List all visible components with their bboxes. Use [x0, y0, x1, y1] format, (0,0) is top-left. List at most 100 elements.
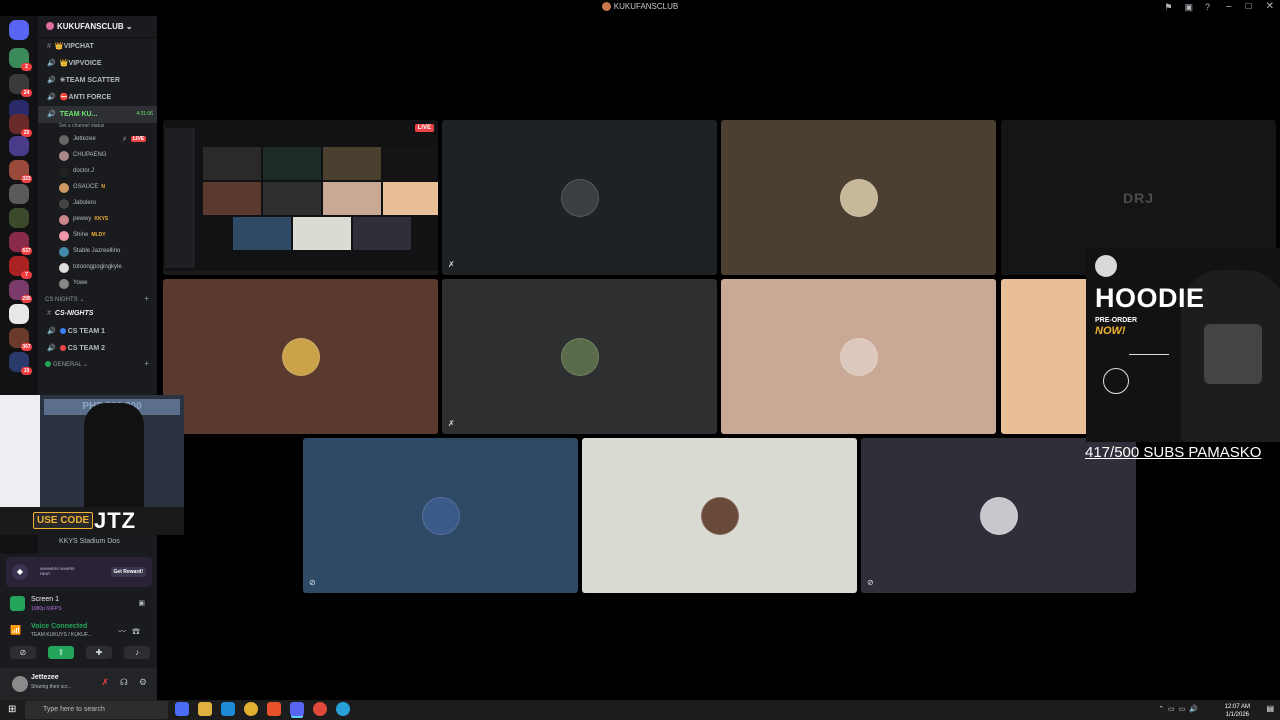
minimize-button[interactable]: – — [1226, 1, 1232, 12]
server-name-header[interactable]: KUKUFANSCLUB ⌄ — [38, 16, 157, 38]
deafened-icon: ⊘ — [309, 578, 316, 587]
active-voice-channel[interactable]: 🔊 TEAM KU... 4:31:06 — [38, 106, 157, 123]
team-dot-icon — [59, 328, 66, 334]
get-reward-button[interactable]: Get Reward! — [110, 567, 146, 577]
server-icon[interactable] — [9, 184, 29, 204]
avatar — [979, 496, 1018, 535]
voice-channel-icon: 🔊 — [47, 60, 56, 67]
server-icon[interactable] — [9, 136, 29, 156]
telegram-icon[interactable] — [336, 702, 350, 716]
voice-member[interactable]: doctor.J — [38, 164, 157, 180]
server-icon[interactable]: 637 — [9, 232, 32, 255]
stop-stream-icon[interactable]: ▣ — [138, 599, 145, 607]
app-icon[interactable] — [175, 702, 189, 716]
voice-member[interactable]: Jabolero — [38, 196, 157, 212]
voice-member[interactable]: pewwy KKYS — [38, 212, 157, 228]
channel-item[interactable]: 🔊 ✳TEAM SCATTER — [38, 72, 157, 89]
headphones-icon[interactable]: ☊ — [120, 677, 128, 688]
server-icon[interactable] — [9, 304, 29, 324]
channel-item[interactable]: # CS-NIGHTS — [38, 306, 157, 323]
server-icon[interactable]: 24 — [9, 74, 32, 97]
add-channel-icon[interactable]: + — [144, 359, 149, 368]
avatar — [59, 199, 69, 209]
status-dot-icon — [45, 361, 51, 367]
mic-muted-icon[interactable]: ✗ — [101, 677, 109, 688]
category-cs-nights[interactable]: CS NIGHTS ⌄ + — [38, 292, 157, 306]
voice-member[interactable]: CHUPAENG — [38, 148, 157, 164]
channel-item[interactable]: # 👑VIPCHAT — [38, 38, 157, 55]
participant-tile[interactable]: ✗ — [442, 120, 717, 275]
folder-icon[interactable] — [198, 702, 212, 716]
channel-item[interactable]: 🔊 ⛔ANTI FORCE — [38, 89, 157, 106]
subs-goal: 417/500 SUBS PAMASKO — [1085, 444, 1262, 461]
participant-tile[interactable] — [163, 279, 438, 434]
avatar — [59, 263, 69, 273]
user-controls: ✗ ☊ ⚙ — [101, 677, 147, 688]
camera-off-button[interactable]: ⊘ — [10, 646, 36, 659]
pin-icon[interactable]: ⚑ — [1164, 2, 1172, 13]
obs-icon[interactable] — [313, 702, 327, 716]
voice-member[interactable]: Shine MLDY — [38, 228, 157, 244]
channel-status-hint[interactable]: Set a channel status — [38, 123, 157, 132]
shared-taskbar — [163, 271, 438, 275]
participant-tile[interactable] — [721, 279, 996, 434]
voice-member[interactable]: Yowe — [38, 276, 157, 292]
shared-screen-sidebar — [165, 128, 195, 268]
settings-gear-icon[interactable]: ⚙ — [139, 677, 147, 688]
server-icon[interactable]: 20 — [9, 114, 32, 137]
server-icon[interactable] — [9, 208, 29, 228]
add-channel-icon[interactable]: + — [144, 294, 149, 303]
channel-item[interactable]: 🔊 CS TEAM 2 — [38, 340, 157, 357]
voice-member[interactable]: totoongpogingkyle — [38, 260, 157, 276]
windows-start-icon[interactable]: ⊞ — [8, 704, 16, 715]
channel-item[interactable]: 🔊 CS TEAM 1 — [38, 323, 157, 340]
server-icon[interactable]: 367 — [9, 328, 32, 351]
maximize-button[interactable]: □ — [1246, 1, 1252, 12]
activities-button[interactable]: ✚ — [86, 646, 112, 659]
voice-member[interactable]: GSAUCE N — [38, 180, 157, 196]
screen-share-button[interactable]: ⇪ — [48, 646, 74, 659]
soundboard-button[interactable]: ♪ — [124, 646, 150, 659]
promo-banner[interactable]: ◆ WINNERS WHERE HEAT Get Reward! — [6, 557, 152, 587]
screen-share-icon — [10, 596, 25, 611]
participant-tile[interactable] — [1001, 279, 1091, 434]
inbox-icon[interactable]: ▣ — [1184, 2, 1193, 13]
home-icon[interactable] — [9, 20, 29, 40]
taskbar-search[interactable]: Type here to search — [25, 701, 168, 719]
user-panel: ◆ WINNERS WHERE HEAT Get Reward! Screen … — [0, 554, 157, 700]
chrome-icon[interactable] — [244, 702, 258, 716]
titlebar-tools: ⚑ ▣ ? — [1164, 2, 1210, 13]
deafened-icon: ⊘ — [867, 578, 874, 587]
voice-member[interactable]: Stable Jazreellino — [38, 244, 157, 260]
server-icon[interactable]: 10 — [9, 352, 32, 375]
system-tray[interactable]: ⌃▭▭🔊 — [1158, 705, 1202, 713]
avatar[interactable] — [12, 676, 28, 692]
participant-tile[interactable]: ⊘ — [303, 438, 578, 593]
help-icon[interactable]: ? — [1205, 2, 1210, 13]
participant-tile[interactable]: ⊘ — [861, 438, 1136, 593]
close-button[interactable]: ✕ — [1266, 1, 1274, 12]
participant-tile[interactable]: ✗ — [442, 279, 717, 434]
category-general[interactable]: GENERAL ⌄ + — [38, 357, 157, 371]
server-icon[interactable]: 295 — [9, 280, 32, 303]
edge-icon[interactable] — [221, 702, 235, 716]
clock[interactable]: 12:07 AM 1/1/2026 — [1225, 703, 1250, 719]
screen-share-tile[interactable]: LIVE — [163, 120, 438, 275]
discord-icon[interactable] — [290, 702, 304, 716]
notification-icon[interactable]: ▤ — [1266, 704, 1274, 713]
server-icon[interactable]: 7 — [9, 256, 32, 279]
avatar — [839, 178, 878, 217]
brave-icon[interactable] — [267, 702, 281, 716]
disconnect-icon[interactable]: 〰☎ — [118, 626, 146, 637]
participant-tile[interactable] — [721, 120, 996, 275]
participant-tile[interactable] — [582, 438, 857, 593]
avatar — [59, 135, 69, 145]
voice-member[interactable]: Jettezee ✗ LIVE — [38, 132, 157, 148]
server-icon[interactable]: 2 — [9, 48, 32, 71]
gaming-chair — [84, 403, 144, 513]
server-icon[interactable]: 323 — [9, 160, 32, 183]
stage-channel[interactable]: KKYS Stadium Dos — [38, 536, 157, 550]
hoodie-print — [1204, 324, 1262, 384]
channel-item[interactable]: 🔊 👑VIPVOICE — [38, 55, 157, 72]
preview-tile — [353, 217, 411, 250]
